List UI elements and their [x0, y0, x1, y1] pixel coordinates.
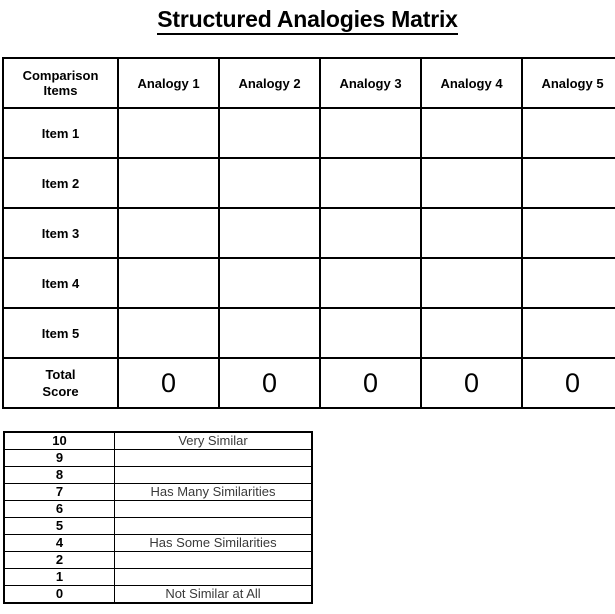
column-header-analogy-5: Analogy 5	[521, 57, 615, 109]
score-cell-item2-analogy3[interactable]	[319, 157, 422, 209]
legend-label-7: Has Many Similarities	[114, 483, 313, 501]
score-cell-item1-analogy2[interactable]	[218, 107, 321, 159]
table-row: Item 2	[2, 157, 615, 209]
column-header-analogy-4: Analogy 4	[420, 57, 523, 109]
row-header-item-1: Item 1	[2, 107, 119, 159]
column-header-analogy-3: Analogy 3	[319, 57, 422, 109]
legend-row: 6	[3, 500, 313, 518]
legend-label-8	[114, 466, 313, 484]
legend-row: 8	[3, 466, 313, 484]
score-cell-item3-analogy1[interactable]	[117, 207, 220, 259]
score-cell-item5-analogy5[interactable]	[521, 307, 615, 359]
score-cell-item1-analogy1[interactable]	[117, 107, 220, 159]
legend-label-0: Not Similar at All	[114, 585, 313, 604]
page-title-text: Structured Analogies Matrix	[157, 6, 458, 35]
legend-score-2: 2	[3, 551, 115, 569]
legend-label-1	[114, 568, 313, 586]
total-score-label-line-2: Score	[42, 384, 79, 399]
table-row: Item 3	[2, 207, 615, 259]
legend-label-4: Has Some Similarities	[114, 534, 313, 552]
legend-label-5	[114, 517, 313, 535]
score-cell-item5-analogy4[interactable]	[420, 307, 523, 359]
legend-label-9	[114, 449, 313, 467]
total-score-row: Total Score 0 0 0 0 0	[2, 357, 615, 409]
score-cell-item3-analogy3[interactable]	[319, 207, 422, 259]
legend-score-8: 8	[3, 466, 115, 484]
legend-row: 7 Has Many Similarities	[3, 483, 313, 501]
score-cell-item1-analogy3[interactable]	[319, 107, 422, 159]
score-cell-item4-analogy2[interactable]	[218, 257, 321, 309]
column-header-analogy-2: Analogy 2	[218, 57, 321, 109]
total-score-analogy-4: 0	[420, 357, 523, 409]
legend-score-6: 6	[3, 500, 115, 518]
legend-label-6	[114, 500, 313, 518]
legend-score-9: 9	[3, 449, 115, 467]
score-cell-item4-analogy1[interactable]	[117, 257, 220, 309]
legend-row: 4 Has Some Similarities	[3, 534, 313, 552]
score-cell-item1-analogy5[interactable]	[521, 107, 615, 159]
table-row: Item 4	[2, 257, 615, 309]
legend-score-5: 5	[3, 517, 115, 535]
score-cell-item5-analogy1[interactable]	[117, 307, 220, 359]
row-header-item-2: Item 2	[2, 157, 119, 209]
structured-analogies-matrix: Comparison Items Analogy 1 Analogy 2 Ana…	[2, 57, 615, 409]
row-header-total-score: Total Score	[2, 357, 119, 409]
score-cell-item2-analogy5[interactable]	[521, 157, 615, 209]
legend-score-4: 4	[3, 534, 115, 552]
row-header-item-5: Item 5	[2, 307, 119, 359]
legend-score-0: 0	[3, 585, 115, 604]
score-cell-item5-analogy2[interactable]	[218, 307, 321, 359]
legend-row: 1	[3, 568, 313, 586]
score-cell-item3-analogy4[interactable]	[420, 207, 523, 259]
row-header-item-3: Item 3	[2, 207, 119, 259]
legend-row: 9	[3, 449, 313, 467]
table-row: Item 1	[2, 107, 615, 159]
score-cell-item4-analogy4[interactable]	[420, 257, 523, 309]
total-score-analogy-1: 0	[117, 357, 220, 409]
score-cell-item2-analogy2[interactable]	[218, 157, 321, 209]
total-score-label-line-1: Total	[45, 367, 76, 382]
column-header-analogy-1: Analogy 1	[117, 57, 220, 109]
legend-row: 0 Not Similar at All	[3, 585, 313, 604]
corner-header-comparison-items: Comparison Items	[2, 57, 119, 109]
total-score-analogy-2: 0	[218, 357, 321, 409]
score-cell-item4-analogy5[interactable]	[521, 257, 615, 309]
scoring-scale-legend: 10 Very Similar 9 8 7 Has Many Similarit…	[3, 431, 313, 604]
legend-score-10: 10	[3, 431, 115, 450]
row-header-item-4: Item 4	[2, 257, 119, 309]
score-cell-item1-analogy4[interactable]	[420, 107, 523, 159]
score-cell-item3-analogy5[interactable]	[521, 207, 615, 259]
table-row: Item 5	[2, 307, 615, 359]
page-title: Structured Analogies Matrix	[0, 4, 615, 35]
matrix-header-row: Comparison Items Analogy 1 Analogy 2 Ana…	[2, 57, 615, 109]
legend-row: 2	[3, 551, 313, 569]
total-score-analogy-3: 0	[319, 357, 422, 409]
corner-header-line-1: Comparison	[22, 68, 99, 83]
legend-score-1: 1	[3, 568, 115, 586]
score-cell-item5-analogy3[interactable]	[319, 307, 422, 359]
total-score-analogy-5: 0	[521, 357, 615, 409]
score-cell-item4-analogy3[interactable]	[319, 257, 422, 309]
legend-row: 5	[3, 517, 313, 535]
score-cell-item3-analogy2[interactable]	[218, 207, 321, 259]
legend-label-2	[114, 551, 313, 569]
legend-label-10: Very Similar	[114, 431, 313, 450]
score-cell-item2-analogy4[interactable]	[420, 157, 523, 209]
legend-score-7: 7	[3, 483, 115, 501]
score-cell-item2-analogy1[interactable]	[117, 157, 220, 209]
legend-row: 10 Very Similar	[3, 431, 313, 450]
corner-header-line-2: Items	[43, 83, 78, 98]
